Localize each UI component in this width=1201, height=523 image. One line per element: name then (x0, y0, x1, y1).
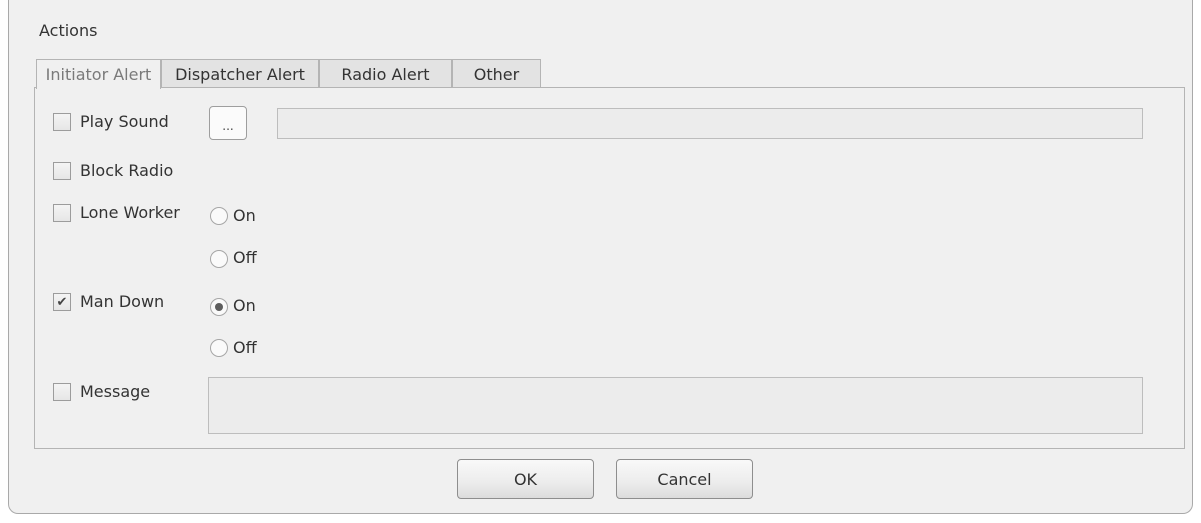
man-down-off-label: Off (233, 338, 257, 357)
tab-dispatcher-alert[interactable]: Dispatcher Alert (161, 59, 319, 88)
man-down-label: Man Down (80, 292, 165, 311)
man-down-on-label: On (233, 296, 256, 315)
group-title: Actions (39, 21, 98, 40)
cancel-button[interactable]: Cancel (616, 459, 753, 499)
man-down-on-radio[interactable] (210, 298, 228, 316)
man-down-checkbox[interactable]: ✔ (53, 293, 71, 311)
actions-dialog: Actions Initiator Alert Dispatcher Alert… (8, 0, 1193, 514)
lone-worker-off-label: Off (233, 248, 257, 267)
tab-initiator-alert[interactable]: Initiator Alert (36, 59, 161, 89)
browse-sound-button[interactable]: ... (209, 106, 247, 140)
message-label: Message (80, 382, 151, 401)
lone-worker-off-radio[interactable] (210, 250, 228, 268)
initiator-alert-panel: Play Sound ... Block Radio Lone Worker O… (34, 87, 1185, 449)
sound-path-field[interactable] (277, 108, 1143, 139)
play-sound-label: Play Sound (80, 112, 169, 131)
lone-worker-on-label: On (233, 206, 256, 225)
lone-worker-checkbox[interactable] (53, 204, 71, 222)
message-checkbox[interactable] (53, 383, 71, 401)
lone-worker-label: Lone Worker (80, 203, 180, 222)
man-down-off-radio[interactable] (210, 339, 228, 357)
ok-button[interactable]: OK (457, 459, 594, 499)
block-radio-checkbox[interactable] (53, 162, 71, 180)
play-sound-checkbox[interactable] (53, 113, 71, 131)
block-radio-label: Block Radio (80, 161, 174, 180)
tab-radio-alert[interactable]: Radio Alert (319, 59, 452, 88)
check-mark-icon: ✔ (56, 294, 68, 310)
lone-worker-on-radio[interactable] (210, 207, 228, 225)
tab-other[interactable]: Other (452, 59, 541, 88)
message-field[interactable] (208, 377, 1143, 434)
